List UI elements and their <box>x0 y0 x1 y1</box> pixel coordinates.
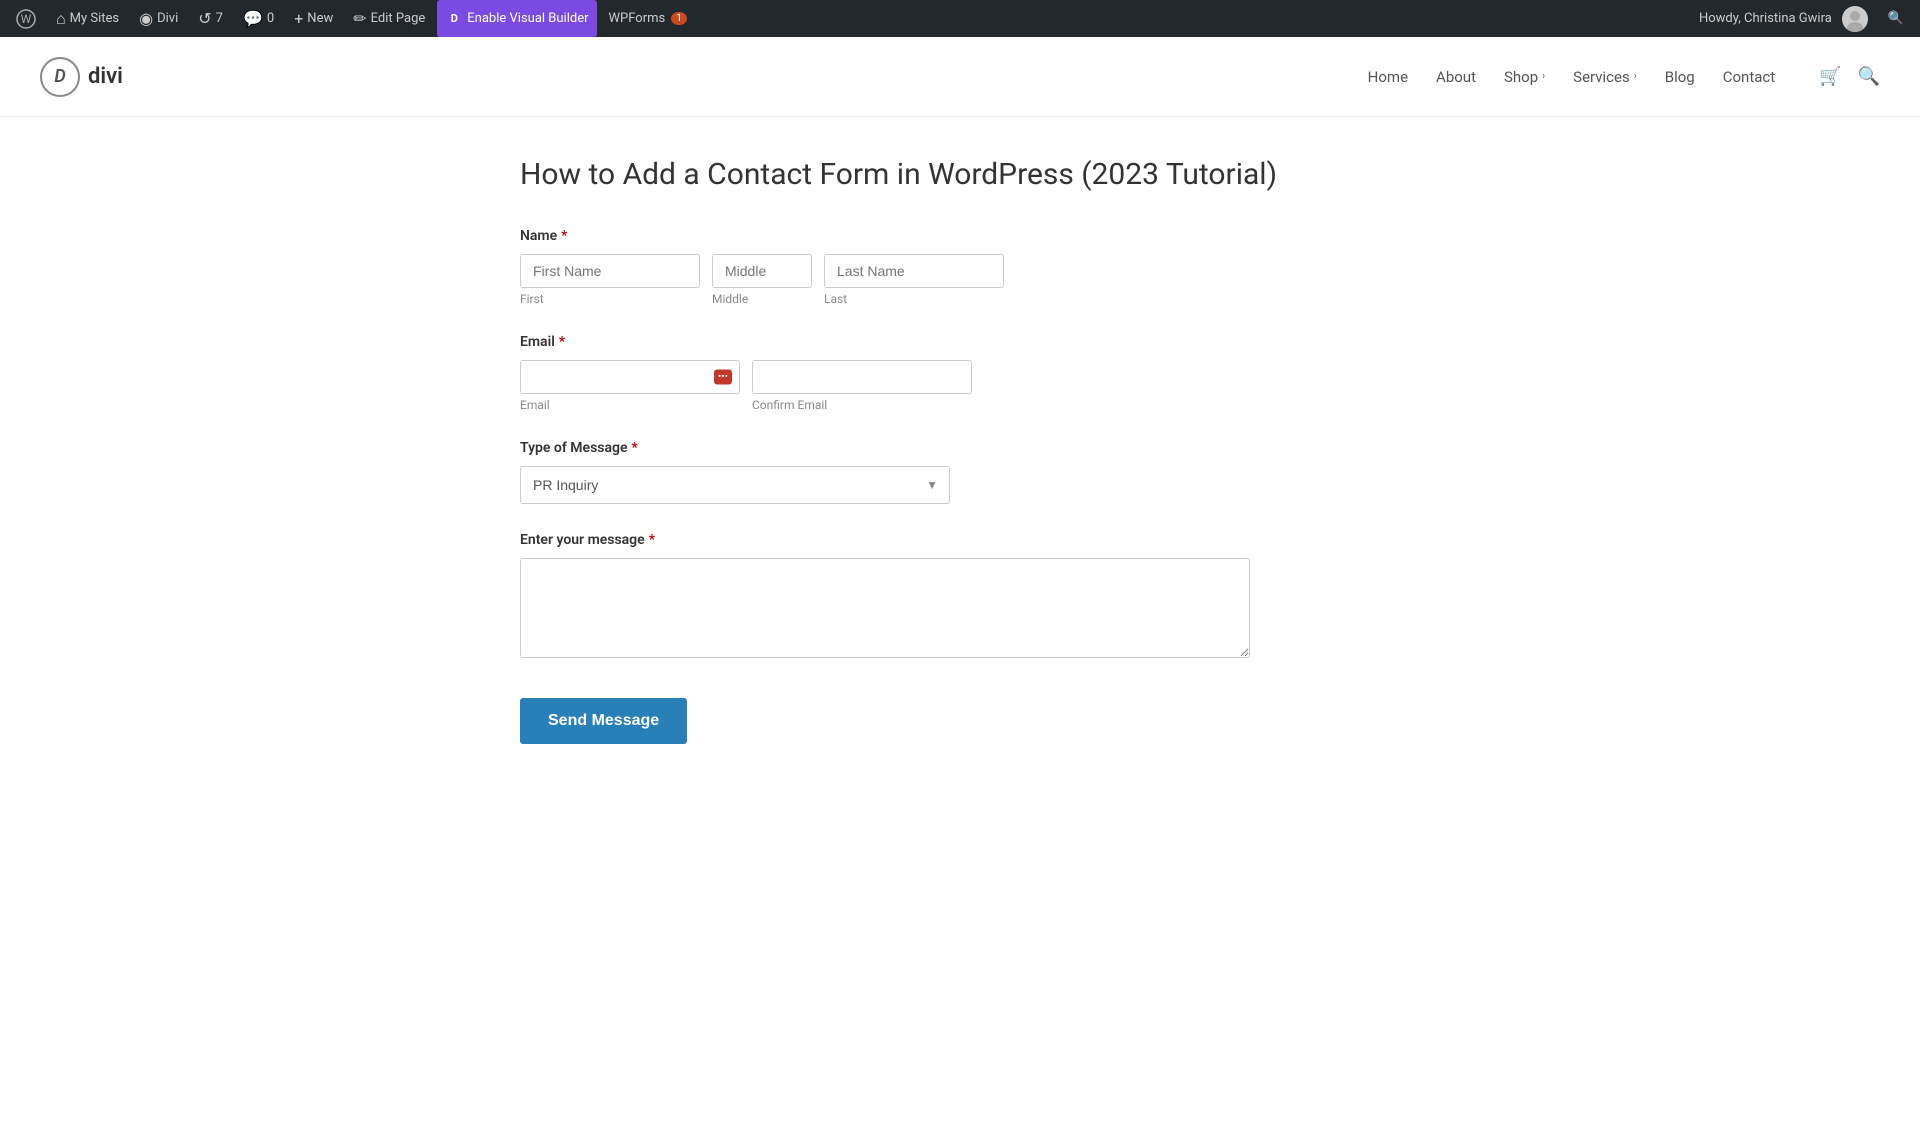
confirm-email-group: Confirm Email <box>752 360 972 412</box>
message-required: * <box>649 532 655 548</box>
nav-shop-label: Shop <box>1504 68 1538 86</box>
admin-bar-wp-icon[interactable]: W <box>8 0 44 37</box>
admin-bar-edit-page[interactable]: ✏ Edit Page <box>345 0 433 37</box>
name-label: Name * <box>520 228 1400 244</box>
main-content: How to Add a Contact Form in WordPress (… <box>480 157 1440 744</box>
nav-about[interactable]: About <box>1436 68 1476 86</box>
confirm-email-sublabel: Confirm Email <box>752 398 972 412</box>
middle-sublabel: Middle <box>712 292 812 306</box>
admin-bar-my-sites[interactable]: ⌂ My Sites <box>48 0 127 37</box>
name-required: * <box>561 228 567 244</box>
chevron-down-icon: › <box>1634 71 1637 82</box>
admin-bar-howdy[interactable]: Howdy, Christina Gwira <box>1691 0 1876 37</box>
submit-button[interactable]: Send Message <box>520 698 687 744</box>
admin-bar-new[interactable]: + New <box>286 0 341 37</box>
my-sites-label: My Sites <box>70 11 119 26</box>
revisions-count: 7 <box>216 11 223 26</box>
new-icon: + <box>294 9 303 28</box>
email-field: Email * ••• Email Confirm Email <box>520 334 1400 412</box>
svg-text:W: W <box>21 12 32 26</box>
type-field: Type of Message * PR Inquiry General Inq… <box>520 440 1400 504</box>
search-nav-icon[interactable]: 🔍 <box>1858 66 1880 87</box>
cart-icon[interactable]: 🛒 <box>1819 66 1841 87</box>
wpforms-label: WPForms <box>609 11 666 26</box>
email-input-wrap: ••• <box>520 360 740 394</box>
nav-home[interactable]: Home <box>1368 68 1408 86</box>
sites-icon: ⌂ <box>56 9 66 29</box>
email-sublabel: Email <box>520 398 740 412</box>
middle-name-input[interactable] <box>712 254 812 288</box>
type-label: Type of Message * <box>520 440 1400 456</box>
message-label: Enter your message * <box>520 532 1400 548</box>
site-nav: Home About Shop › Services › Blog Contac… <box>1368 66 1880 87</box>
edit-icon: ✏ <box>353 9 366 28</box>
comments-count: 0 <box>267 11 274 26</box>
revisions-icon: ↺ <box>198 9 211 28</box>
type-select-wrap: PR Inquiry General Inquiry Support Other… <box>520 466 950 504</box>
message-field: Enter your message * <box>520 532 1400 662</box>
nav-services[interactable]: Services › <box>1573 68 1637 86</box>
email-label: Email * <box>520 334 1400 350</box>
message-textarea[interactable] <box>520 558 1250 658</box>
logo-letter: D <box>54 66 65 87</box>
divi-vb-icon: D <box>445 10 463 28</box>
admin-bar-search[interactable]: 🔍 <box>1880 0 1912 37</box>
logo-text: divi <box>88 64 123 89</box>
divi-icon: ◉ <box>139 9 153 28</box>
name-field: Name * First Middle Last <box>520 228 1400 306</box>
chevron-down-icon: › <box>1542 71 1545 82</box>
admin-bar-comments[interactable]: 💬 0 <box>235 0 282 37</box>
admin-bar-enable-vb[interactable]: D Enable Visual Builder <box>437 0 596 37</box>
comments-icon: 💬 <box>243 9 263 28</box>
type-select[interactable]: PR Inquiry General Inquiry Support Other <box>520 466 950 504</box>
email-input[interactable] <box>520 360 740 394</box>
first-sublabel: First <box>520 292 700 306</box>
name-field-row: First Middle Last <box>520 254 1400 306</box>
confirm-email-input[interactable] <box>752 360 972 394</box>
page-title: How to Add a Contact Form in WordPress (… <box>520 157 1400 192</box>
logo-circle: D <box>40 57 80 97</box>
middle-name-group: Middle <box>712 254 812 306</box>
first-name-group: First <box>520 254 700 306</box>
wpforms-badge: 1 <box>671 12 687 25</box>
type-required: * <box>632 440 638 456</box>
user-greeting: Howdy, Christina Gwira <box>1699 11 1832 26</box>
admin-bar: W ⌂ My Sites ◉ Divi ↺ 7 💬 0 + New ✏ Edit… <box>0 0 1920 37</box>
email-row: ••• Email Confirm Email <box>520 360 1400 412</box>
nav-icons: 🛒 🔍 <box>1819 66 1880 87</box>
contact-form: Name * First Middle Last <box>520 228 1400 744</box>
new-label: New <box>307 11 333 26</box>
email-required: * <box>559 334 565 350</box>
first-name-input[interactable] <box>520 254 700 288</box>
last-name-input[interactable] <box>824 254 1004 288</box>
site-header: D divi Home About Shop › Services › Blog… <box>0 37 1920 117</box>
enable-vb-label: Enable Visual Builder <box>467 11 588 26</box>
admin-bar-revisions[interactable]: ↺ 7 <box>190 0 231 37</box>
user-avatar <box>1842 6 1868 32</box>
search-icon: 🔍 <box>1888 11 1904 26</box>
admin-bar-wpforms[interactable]: WPForms 1 <box>601 0 695 37</box>
email-input-group: ••• Email <box>520 360 740 412</box>
nav-shop[interactable]: Shop › <box>1504 68 1545 86</box>
last-sublabel: Last <box>824 292 1004 306</box>
site-logo[interactable]: D divi <box>40 57 123 97</box>
last-name-group: Last <box>824 254 1004 306</box>
divi-label: Divi <box>157 11 178 26</box>
edit-page-label: Edit Page <box>371 11 426 26</box>
nav-services-label: Services <box>1573 68 1630 86</box>
nav-blog[interactable]: Blog <box>1665 68 1695 86</box>
autofill-icon: ••• <box>714 370 732 385</box>
admin-bar-divi[interactable]: ◉ Divi <box>131 0 186 37</box>
nav-contact[interactable]: Contact <box>1723 68 1775 86</box>
